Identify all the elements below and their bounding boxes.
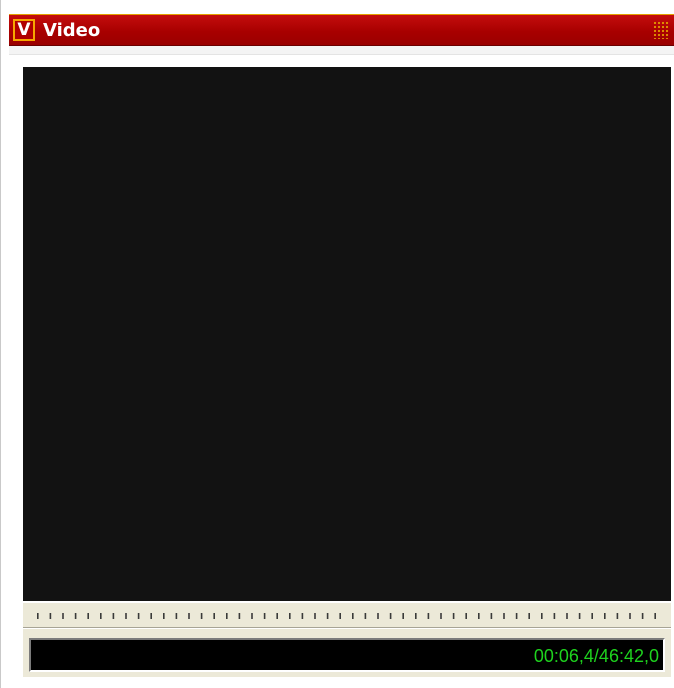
timeline-tick — [515, 613, 518, 619]
timeline-tick — [49, 613, 52, 619]
timeline-tick — [452, 613, 455, 619]
timeline-tick — [553, 613, 556, 619]
timeline-tick — [200, 613, 203, 619]
timeline-tick — [654, 613, 656, 619]
timeline-tick — [402, 613, 404, 619]
timeline-tick — [616, 613, 619, 619]
timeline-tick — [100, 613, 102, 619]
window-title: Video — [43, 20, 101, 41]
timeline-tick — [352, 613, 354, 619]
timeline-tick — [578, 613, 581, 619]
video-window: V Video 00:06,4/46:42,0 — [0, 0, 674, 688]
timeline-tick — [591, 613, 593, 619]
timeline-tick — [377, 613, 379, 619]
timeline-tick — [251, 613, 253, 619]
timeline-tick — [641, 613, 644, 619]
timeline-tick — [314, 613, 316, 619]
timeline-tick — [339, 613, 341, 619]
timeline-tick — [427, 613, 430, 619]
title-bar[interactable]: V Video — [9, 14, 674, 46]
timeline-tick — [604, 613, 606, 619]
app-logo-v-icon: V — [13, 19, 35, 41]
timeline-tick — [163, 613, 165, 619]
timeline-tick — [150, 613, 152, 619]
timeline-tick — [226, 613, 228, 619]
timeline-tick — [528, 613, 530, 619]
video-display[interactable] — [23, 67, 671, 601]
timeline-tick — [629, 613, 631, 619]
timeline-tick — [465, 613, 467, 619]
timeline-tick — [301, 613, 304, 619]
timeline-tick — [87, 613, 89, 619]
timeline-ticks — [37, 613, 656, 619]
timecode-text: 00:06,4/46:42,0 — [533, 646, 659, 666]
timeline-tick — [289, 613, 291, 619]
timeline-tick — [175, 613, 178, 619]
timeline-tick — [37, 613, 39, 619]
timeline-tick — [566, 613, 568, 619]
timeline-tick — [276, 613, 278, 619]
timeline-tick — [440, 613, 442, 619]
timeline-tick — [263, 613, 266, 619]
timeline-tick — [503, 613, 505, 619]
timeline-tick — [62, 613, 64, 619]
timeline-tick — [213, 613, 215, 619]
timeline-tick — [112, 613, 115, 619]
timeline-tick — [478, 613, 480, 619]
timecode-panel: 00:06,4/46:42,0 — [23, 629, 671, 677]
timeline-tick — [415, 613, 417, 619]
timecode-display: 00:06,4/46:42,0 — [29, 638, 665, 672]
timeline-slider[interactable] — [23, 602, 671, 628]
timeline-tick — [188, 613, 190, 619]
window-grip-icon[interactable] — [653, 21, 669, 39]
timeline-tick — [326, 613, 329, 619]
timeline-tick — [137, 613, 140, 619]
timeline-tick — [238, 613, 241, 619]
timeline-tick — [389, 613, 392, 619]
title-bar-shadow — [9, 46, 674, 55]
timeline-tick — [364, 613, 367, 619]
timeline-tick — [125, 613, 127, 619]
timeline-tick — [490, 613, 493, 619]
timeline-tick — [74, 613, 77, 619]
timeline-tick — [541, 613, 543, 619]
